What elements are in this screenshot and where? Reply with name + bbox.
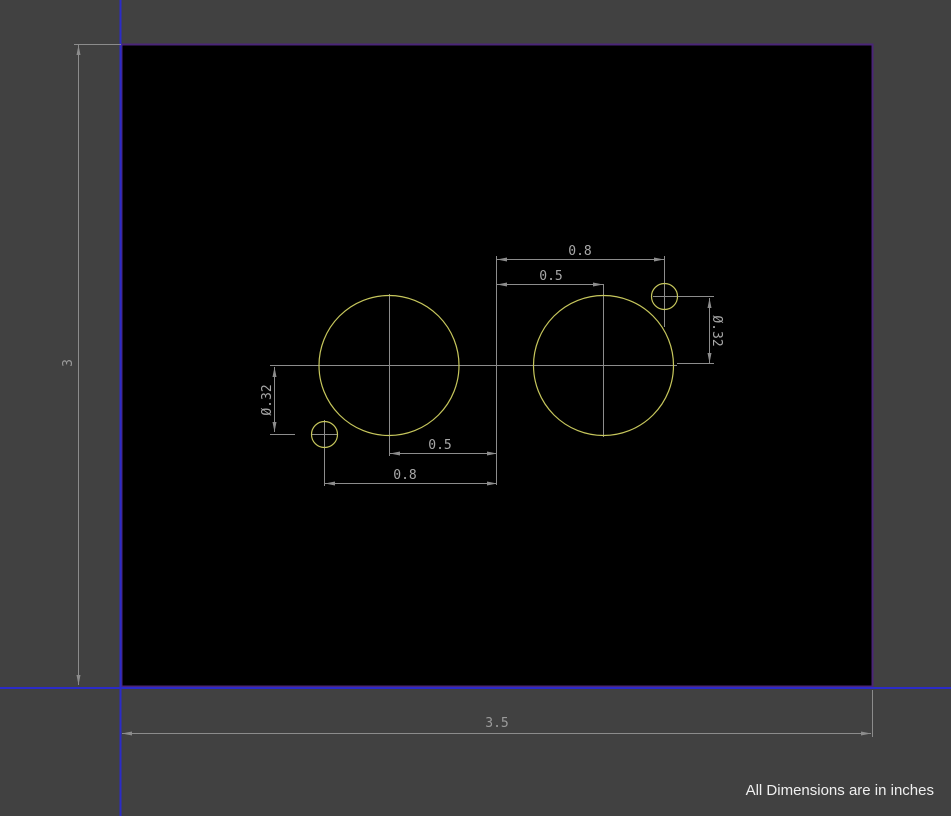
- cad-drawing-canvas: 3 3.5 0.8 0.5 Ø.32 Ø.32 0.5 0.8: [0, 0, 951, 816]
- top-near-dim-text: 0.5: [539, 269, 562, 284]
- right-hole-dia-text: Ø.32: [709, 315, 724, 346]
- bottom-near-dim-text: 0.5: [428, 438, 451, 453]
- units-note: All Dimensions are in inches: [746, 782, 934, 799]
- height-dim-text: 3: [61, 359, 76, 367]
- top-far-dim-text: 0.8: [568, 244, 591, 259]
- width-dim-text: 3.5: [485, 716, 508, 731]
- cad-viewport: 3 3.5 0.8 0.5 Ø.32 Ø.32 0.5 0.8: [0, 0, 951, 816]
- left-hole-dia-text: Ø.32: [260, 384, 275, 415]
- bottom-far-dim-text: 0.8: [393, 468, 416, 483]
